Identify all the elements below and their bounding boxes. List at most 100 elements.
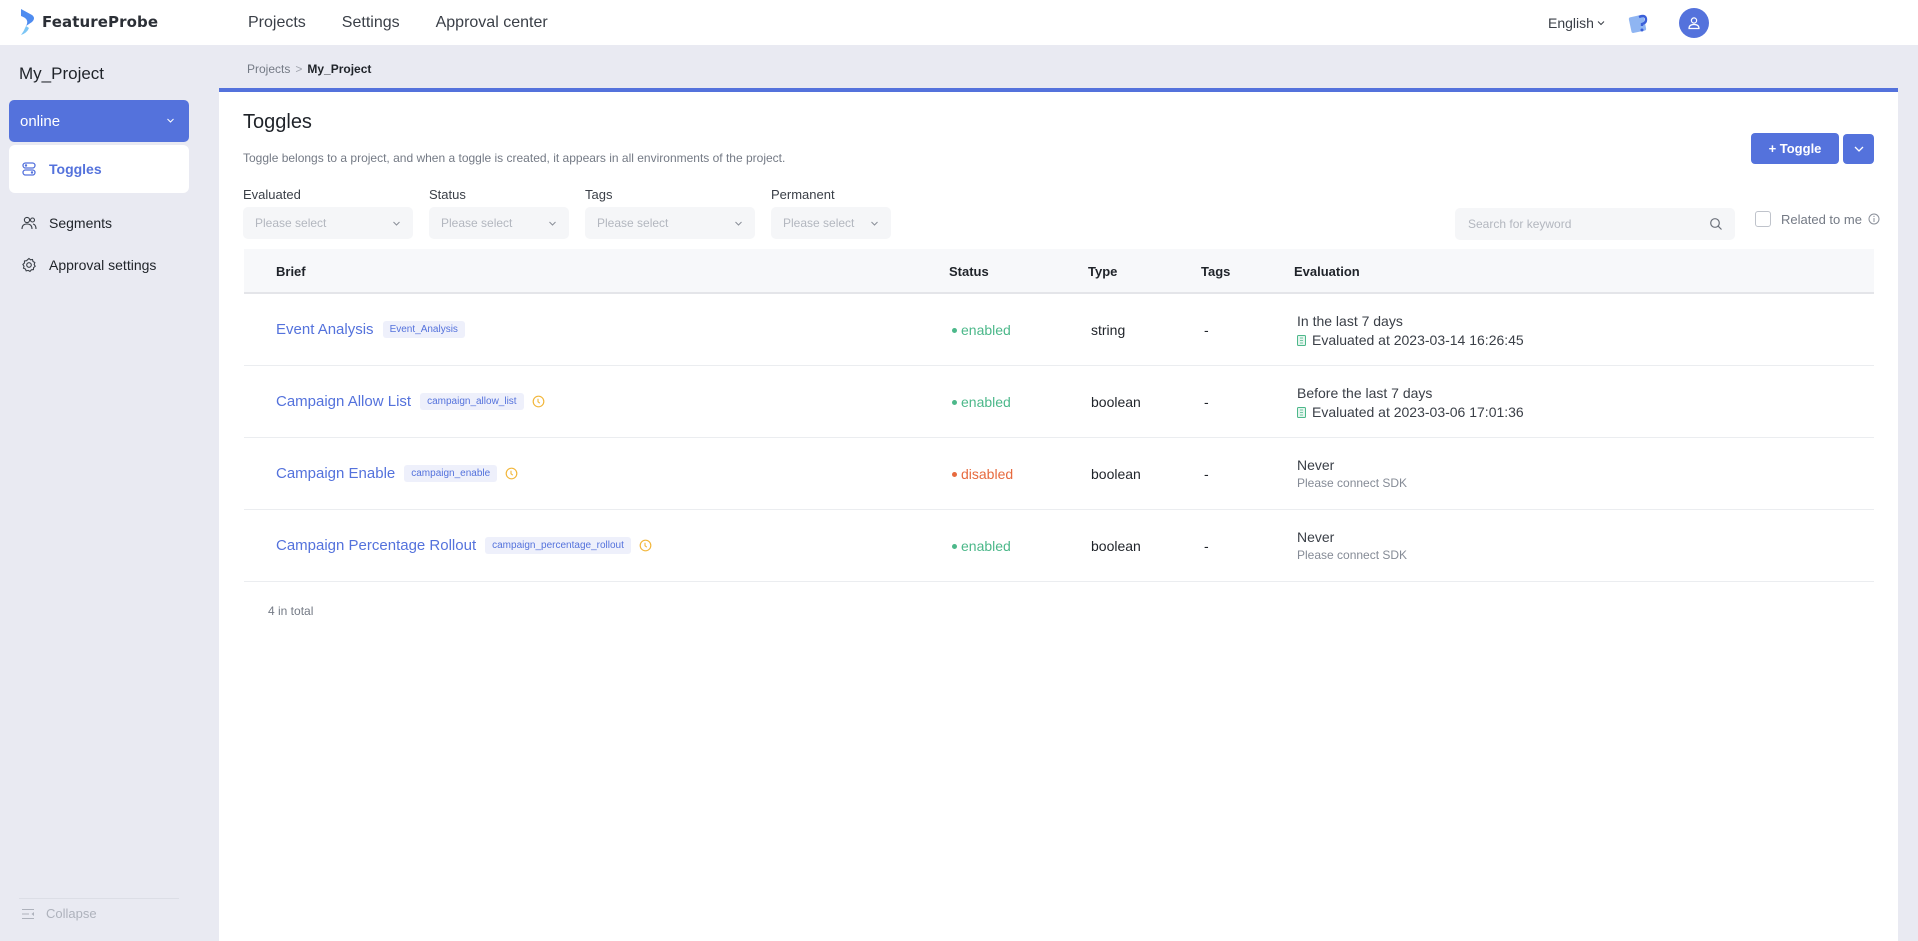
users-icon	[21, 216, 37, 230]
chevron-down-icon	[1854, 146, 1863, 152]
sidebar-item-segments[interactable]: Segments	[9, 199, 189, 247]
page-description: Toggle belongs to a project, and when a …	[243, 151, 786, 165]
filter-evaluated: Evaluated Please select	[243, 187, 413, 239]
logo[interactable]: FeatureProbe	[18, 6, 158, 38]
nav-settings[interactable]: Settings	[342, 14, 400, 32]
column-type: Type	[1088, 264, 1118, 279]
status-label: enabled	[961, 322, 1011, 338]
breadcrumb-separator: >	[295, 62, 303, 76]
breadcrumb: Projects > My_Project	[247, 62, 371, 76]
environment-select[interactable]: online	[9, 100, 189, 142]
collapse-button[interactable]: Collapse	[21, 906, 97, 921]
filter-label: Permanent	[771, 187, 835, 202]
toggle-name-link[interactable]: Campaign Allow List	[276, 393, 411, 410]
table-header: Brief Status Type Tags Evaluation	[244, 249, 1874, 294]
status-badge: enabled	[952, 538, 1011, 554]
add-toggle-button[interactable]: + Toggle	[1751, 133, 1839, 164]
brief-cell: Event Analysis Event_Analysis	[276, 321, 465, 338]
divider	[19, 898, 179, 899]
sidebar: My_Project online Toggles Segments Appro…	[0, 45, 219, 941]
sidebar-item-label: Segments	[49, 215, 113, 231]
breadcrumb-current: My_Project	[307, 62, 372, 76]
permanent-select[interactable]: Please select	[771, 207, 891, 239]
brand-name: FeatureProbe	[42, 13, 159, 31]
nav-approval-center[interactable]: Approval center	[436, 14, 548, 32]
clock-icon[interactable]	[532, 395, 545, 408]
chevron-down-icon	[393, 221, 400, 226]
clock-icon[interactable]	[639, 539, 652, 552]
type-cell: boolean	[1091, 466, 1141, 482]
chevron-down-icon	[735, 221, 742, 226]
table-row[interactable]: Event Analysis Event_Analysis enabled st…	[244, 294, 1874, 366]
type-cell: boolean	[1091, 394, 1141, 410]
toggle-key-tag: campaign_percentage_rollout	[485, 537, 631, 554]
chevron-down-icon	[871, 221, 878, 226]
language-select[interactable]: English	[1548, 15, 1605, 31]
evaluated-select[interactable]: Please select	[243, 207, 413, 239]
tags-cell: -	[1204, 466, 1209, 482]
user-avatar[interactable]	[1678, 7, 1709, 38]
status-dot	[952, 399, 957, 405]
search-icon[interactable]	[1709, 217, 1723, 231]
toggle-key-tag: campaign_allow_list	[420, 393, 524, 410]
sidebar-item-approval-settings[interactable]: Approval settings	[9, 241, 189, 289]
evaluation-cell: In the last 7 days Evaluated at 2023-03-…	[1297, 312, 1524, 350]
table-body: Event Analysis Event_Analysis enabled st…	[244, 294, 1874, 582]
project-name: My_Project	[19, 64, 105, 83]
status-dot	[952, 327, 957, 333]
toggle-name-link[interactable]: Campaign Enable	[276, 465, 395, 482]
select-placeholder: Please select	[441, 216, 513, 230]
help-icon[interactable]	[1627, 11, 1651, 35]
evaluation-summary: Before the last 7 days	[1297, 385, 1433, 401]
sidebar-item-toggles[interactable]: Toggles	[9, 145, 189, 193]
status-label: enabled	[961, 394, 1011, 410]
user-icon	[1688, 16, 1700, 29]
brief-cell: Campaign Enable campaign_enable	[276, 465, 518, 482]
collapse-icon	[22, 908, 34, 919]
filter-label: Status	[429, 187, 466, 202]
environment-label: online	[20, 112, 61, 130]
clock-icon[interactable]	[505, 467, 518, 480]
tags-cell: -	[1204, 538, 1209, 554]
document-icon	[1297, 334, 1306, 346]
status-badge: enabled	[952, 394, 1011, 410]
column-tags: Tags	[1201, 264, 1231, 279]
evaluation-hint: Please connect SDK	[1297, 548, 1408, 562]
evaluation-hint: Please connect SDK	[1297, 476, 1408, 490]
table-row[interactable]: Campaign Allow List campaign_allow_list …	[244, 366, 1874, 438]
status-badge: enabled	[952, 322, 1011, 338]
collapse-label: Collapse	[46, 906, 97, 921]
nav-projects[interactable]: Projects	[248, 14, 306, 32]
status-label: disabled	[961, 466, 1014, 482]
search-input[interactable]	[1468, 217, 1698, 231]
evaluation-time: Evaluated at 2023-03-06 17:01:36	[1297, 402, 1524, 422]
related-to-me-checkbox[interactable]	[1755, 211, 1771, 227]
status-dot	[952, 471, 957, 477]
breadcrumb-projects[interactable]: Projects	[247, 62, 290, 76]
filter-label: Evaluated	[243, 187, 301, 202]
toggle-name-link[interactable]: Campaign Percentage Rollout	[276, 537, 476, 554]
table-row[interactable]: Campaign Percentage Rollout campaign_per…	[244, 510, 1874, 582]
tags-select[interactable]: Please select	[585, 207, 755, 239]
main-panel: Toggles Toggle belongs to a project, and…	[219, 88, 1898, 941]
document-icon	[1297, 406, 1306, 418]
search-box	[1455, 208, 1735, 240]
filter-label: Tags	[585, 187, 613, 202]
toggles-table: Brief Status Type Tags Evaluation Event …	[244, 249, 1874, 582]
tags-cell: -	[1204, 322, 1209, 338]
info-icon[interactable]	[1868, 213, 1880, 225]
chevron-down-icon	[549, 221, 556, 226]
status-select[interactable]: Please select	[429, 207, 569, 239]
select-placeholder: Please select	[597, 216, 669, 230]
gear-icon	[22, 257, 36, 273]
add-toggle-more-button[interactable]	[1843, 134, 1874, 164]
table-row[interactable]: Campaign Enable campaign_enable disabled…	[244, 438, 1874, 510]
language-label: English	[1548, 14, 1594, 31]
total-count: 4 in total	[268, 604, 314, 618]
filter-status: Status Please select	[429, 187, 569, 239]
select-placeholder: Please select	[255, 216, 327, 230]
evaluation-time: Evaluated at 2023-03-14 16:26:45	[1297, 330, 1524, 350]
toggle-name-link[interactable]: Event Analysis	[276, 321, 374, 338]
evaluation-summary: Never	[1297, 457, 1335, 473]
chevron-down-icon	[167, 118, 174, 123]
